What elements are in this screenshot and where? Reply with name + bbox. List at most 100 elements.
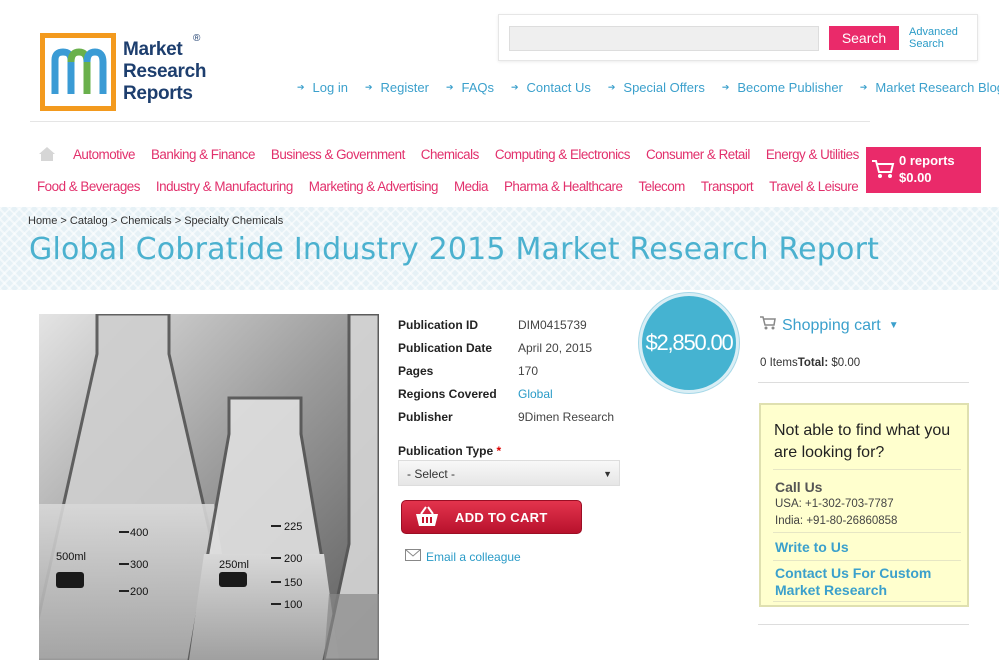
shopping-cart-summary: 0 ItemsTotal: $0.00 (760, 357, 860, 369)
detail-row-pages: Pages 170 (398, 359, 614, 382)
cart-count: 0 reports (899, 153, 955, 168)
publisher-value: 9Dimen Research (518, 409, 615, 424)
id-label: Publication ID (398, 317, 479, 332)
basket-icon (414, 506, 440, 533)
page-title: Global Cobratide Industry 2015 Market Re… (29, 232, 880, 267)
logo-line-2: Research (123, 61, 207, 82)
flask-1-tick-300: 300 (130, 559, 149, 571)
publication-type-label: Publication Type * (398, 444, 501, 458)
category-computing-electronics[interactable]: Computing & Electronics (495, 147, 631, 162)
header-divider (30, 121, 870, 122)
cart-total-label: Total: (797, 357, 829, 369)
arrow-right-icon: ➔ (364, 81, 373, 92)
pages-value: 170 (518, 363, 539, 378)
regions-value-link[interactable]: Global (518, 387, 553, 401)
category-business-government[interactable]: Business & Government (271, 147, 405, 162)
advanced-search-line-2: Search (909, 38, 944, 50)
search-box: Search Advanced Search (498, 14, 978, 61)
detail-row-publisher: Publisher 9Dimen Research (398, 405, 614, 428)
nav-login[interactable]: ➔ Log in (297, 78, 348, 96)
flask-2-label: 250ml (219, 559, 249, 571)
pages-label: Pages (398, 363, 434, 378)
category-automotive[interactable]: Automotive (73, 147, 136, 162)
breadcrumb[interactable]: Home > Catalog > Chemicals > Specialty C… (28, 215, 283, 227)
caret-down-icon: ▼ (603, 469, 612, 479)
category-telecom[interactable]: Telecom (638, 179, 685, 194)
flask-1-tick-400: 400 (130, 527, 149, 539)
flask-2-tick-150: 150 (284, 577, 303, 589)
cart-total-value: $0.00 (831, 357, 861, 369)
category-nav-row-1: Automotive Banking & Finance Business & … (30, 143, 875, 165)
sidebar-divider (758, 624, 969, 625)
help-divider (773, 469, 961, 470)
nav-faqs[interactable]: ➔ FAQs (446, 78, 494, 96)
publication-type-text: Publication Type (398, 444, 494, 458)
publication-type-select[interactable]: - Select - ▼ (398, 460, 620, 486)
home-icon[interactable] (38, 146, 56, 162)
nav-blog[interactable]: ➔ Market Research Blog (860, 78, 999, 96)
nav-contact-label: Contact Us (526, 79, 591, 95)
category-food-beverages[interactable]: Food & Beverages (37, 179, 140, 194)
nav-publisher-label: Become Publisher (737, 79, 843, 95)
category-marketing-advertising[interactable]: Marketing & Advertising (309, 179, 439, 194)
arrow-right-icon: ➔ (445, 81, 454, 92)
category-consumer-retail[interactable]: Consumer & Retail (646, 147, 750, 162)
category-banking-finance[interactable]: Banking & Finance (151, 147, 255, 162)
shopping-cart-title: Shopping cart (782, 316, 881, 334)
detail-row-date: Publication Date April 20, 2015 (398, 336, 614, 359)
registered-mark: ® (193, 33, 201, 44)
add-to-cart-label: ADD TO CART (455, 510, 548, 525)
category-nav-row-2: Food & Beverages Industry & Manufacturin… (37, 175, 874, 197)
arrow-right-icon: ➔ (859, 81, 868, 92)
help-divider (773, 560, 961, 561)
detail-row-id: Publication ID DIM0415739 (398, 313, 614, 336)
help-divider (773, 532, 961, 533)
flask-1-tick-200: 200 (130, 586, 149, 598)
category-chemicals[interactable]: Chemicals (421, 147, 480, 162)
nav-contact-us[interactable]: ➔ Contact Us (511, 78, 591, 96)
flask-1-label: 500ml (56, 551, 86, 563)
chevron-down-icon: ▼ (888, 320, 899, 331)
flask-2-tick-200: 200 (284, 553, 303, 565)
publisher-label: Publisher (398, 409, 453, 424)
arrow-right-icon: ➔ (297, 81, 305, 92)
header-cart-button[interactable]: 0 reports $0.00 (866, 147, 981, 193)
title-banner: Home > Catalog > Chemicals > Specialty C… (0, 207, 999, 290)
cart-icon (871, 159, 895, 184)
help-title: Not able to find what you are looking fo… (774, 422, 951, 461)
search-input[interactable] (509, 26, 819, 51)
shopping-cart-toggle[interactable]: Shopping cart ▼ (760, 316, 899, 335)
category-industry-manufacturing[interactable]: Industry & Manufacturing (156, 179, 293, 194)
search-button[interactable]: Search (829, 26, 899, 50)
cart-divider (758, 382, 969, 383)
category-travel-leisure[interactable]: Travel & Leisure (769, 179, 859, 194)
category-media[interactable]: Media (454, 179, 488, 194)
advanced-search-link[interactable]: Advanced Search (909, 26, 958, 50)
id-value: DIM0415739 (518, 317, 587, 332)
site-logo[interactable]: Market Research Reports ® (40, 33, 215, 113)
date-label: Publication Date (398, 340, 493, 355)
cart-icon (760, 316, 776, 335)
phone-india: India: +91-80-26860858 (775, 515, 898, 527)
nav-special-offers[interactable]: ➔ Special Offers (608, 78, 705, 96)
category-energy-utilities[interactable]: Energy & Utilities (766, 147, 859, 162)
nav-register[interactable]: ➔ Register (365, 78, 429, 96)
advanced-search-line-1: Advanced (909, 26, 958, 38)
contact-custom-research-link[interactable]: Contact Us For Custom Market Research (775, 565, 965, 599)
regions-label: Regions Covered (398, 386, 497, 401)
nav-become-publisher[interactable]: ➔ Become Publisher (722, 78, 843, 96)
email-colleague-label: Email a colleague (426, 549, 521, 564)
publication-details: Publication ID DIM0415739 Publication Dat… (398, 313, 614, 428)
help-divider (773, 601, 961, 602)
product-image: 400 300 200 500ml 225 200 150 100 250ml (39, 314, 379, 660)
nav-offers-label: Special Offers (623, 79, 705, 95)
write-to-us-link[interactable]: Write to Us (775, 539, 849, 555)
category-pharma-healthcare[interactable]: Pharma & Healthcare (504, 179, 623, 194)
email-colleague-link[interactable]: Email a colleague (405, 549, 521, 564)
category-transport[interactable]: Transport (701, 179, 754, 194)
logo-line-3: Reports (123, 83, 193, 104)
call-us-heading: Call Us (775, 479, 823, 495)
required-marker: * (496, 444, 502, 458)
phone-usa: USA: +1-302-703-7787 (775, 498, 894, 510)
add-to-cart-button[interactable]: ADD TO CART (401, 500, 582, 534)
